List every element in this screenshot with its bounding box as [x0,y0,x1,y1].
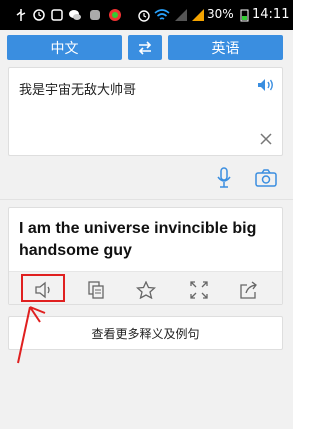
alarm-clock-icon [138,10,150,22]
highlight-box [21,274,65,302]
usb-icon [16,9,26,21]
status-bar: 30% 14:11 [0,0,293,30]
source-text-input[interactable]: 我是宇宙无敌大帅哥 [8,67,283,156]
signal-strong-icon [192,9,204,21]
wifi-icon [154,9,170,20]
source-language-button[interactable]: 中文 [7,35,122,60]
clock: 14:11 [252,7,290,22]
fullscreen-icon[interactable] [189,281,209,299]
battery-icon [240,9,249,22]
target-language-button[interactable]: 英语 [168,35,283,60]
copy-icon[interactable] [86,281,106,299]
microphone-icon[interactable] [216,167,232,189]
clear-icon[interactable] [259,132,273,146]
chat-icon [69,10,81,20]
speaker-icon[interactable] [257,78,275,92]
more-definitions-button[interactable]: 查看更多释义及例句 [8,316,283,350]
star-icon[interactable] [136,281,156,299]
signal-icon [175,9,187,21]
swap-arrows-icon [138,40,152,55]
source-text[interactable]: 我是宇宙无敌大帅哥 [19,79,136,98]
alarm-icon [33,9,45,21]
app-icon [90,10,100,20]
swap-languages-button[interactable] [128,35,162,60]
share-icon[interactable] [239,281,259,299]
battery-percent: 30% [207,7,234,21]
camera-icon[interactable] [255,169,277,187]
translation-text[interactable]: I am the universe invincible big handsom… [19,218,277,262]
app-icon-2 [109,9,121,21]
notification-icon [51,9,63,21]
divider [0,199,293,200]
